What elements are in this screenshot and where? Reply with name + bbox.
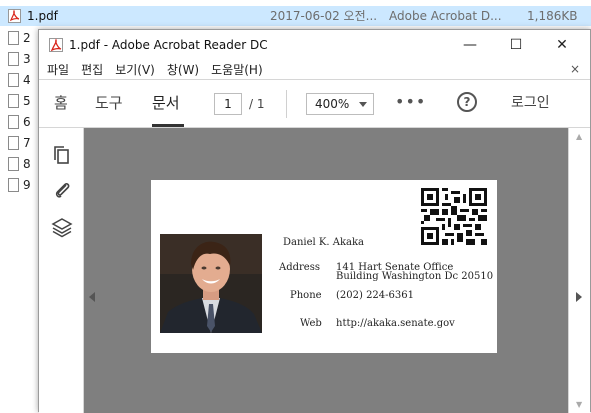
file-size: 1,186KB xyxy=(527,9,578,23)
menu-item-edit[interactable]: 편집 xyxy=(81,61,103,78)
more-options-icon[interactable]: ••• xyxy=(395,92,426,111)
window-title: 1.pdf - Adobe Acrobat Reader DC xyxy=(69,37,268,52)
page-total: / 1 xyxy=(249,97,265,111)
file-row[interactable]: 9 xyxy=(8,175,31,195)
file-icon xyxy=(8,52,19,66)
file-name: 4 xyxy=(23,73,31,87)
collapse-right-pane-icon[interactable] xyxy=(576,292,582,302)
login-button[interactable]: 로그인 xyxy=(511,80,550,127)
tab-tools[interactable]: 도구 xyxy=(95,80,123,127)
menu-item-file[interactable]: 파일 xyxy=(47,61,69,78)
file-name: 2 xyxy=(23,31,31,45)
attachment-icon[interactable] xyxy=(51,179,73,201)
left-navigation-pane xyxy=(39,128,84,413)
help-icon[interactable]: ? xyxy=(457,92,477,112)
file-type: Adobe Acrobat D... xyxy=(389,9,502,23)
menu-item-window[interactable]: 창(W) xyxy=(167,61,199,78)
file-name: 1.pdf xyxy=(27,9,58,23)
address-label: Address xyxy=(279,262,320,273)
maximize-button[interactable]: ☐ xyxy=(493,30,539,59)
active-tab-indicator xyxy=(152,124,184,127)
file-icon xyxy=(8,115,19,129)
minimize-button[interactable]: — xyxy=(447,30,493,59)
file-name: 7 xyxy=(23,136,31,150)
title-bar[interactable]: 1.pdf - Adobe Acrobat Reader DC — ☐ ✕ xyxy=(39,30,590,59)
file-row[interactable]: 3 xyxy=(8,49,31,69)
file-name: 3 xyxy=(23,52,31,66)
scroll-up-icon[interactable]: ▲ xyxy=(576,132,582,141)
file-icon xyxy=(8,31,19,45)
collapse-left-pane-icon[interactable] xyxy=(89,292,95,302)
file-row[interactable]: 4 xyxy=(8,70,31,90)
toolbar: 홈 도구 문서 1 / 1 400% ••• ? 로그인 xyxy=(39,79,590,128)
file-icon xyxy=(8,157,19,171)
phone-number: (202) 224-6361 xyxy=(336,290,414,301)
acrobat-app-icon xyxy=(49,37,63,52)
file-row-selected[interactable]: 1.pdf 2017-06-02 오전... Adobe Acrobat D..… xyxy=(0,6,591,26)
file-icon xyxy=(8,136,19,150)
card-name: Daniel K. Akaka xyxy=(283,237,365,248)
file-icon xyxy=(8,73,19,87)
layers-icon[interactable] xyxy=(51,216,73,238)
acrobat-window: 1.pdf - Adobe Acrobat Reader DC — ☐ ✕ 파일… xyxy=(38,29,591,413)
portrait-photo xyxy=(160,234,262,333)
zoom-select[interactable]: 400% xyxy=(306,93,374,115)
file-name: 5 xyxy=(23,94,31,108)
right-scrollbar[interactable]: ▲ ▼ xyxy=(568,128,590,413)
file-modified: 2017-06-02 오전... xyxy=(270,9,378,23)
close-icon: ✕ xyxy=(556,36,568,53)
minimize-icon: — xyxy=(463,36,477,53)
zoom-value: 400% xyxy=(315,97,350,111)
qr-code xyxy=(421,188,487,245)
maximize-icon: ☐ xyxy=(509,36,523,53)
pdf-file-icon xyxy=(8,9,21,23)
business-card-page: Daniel K. Akaka Address 141 Hart Senate … xyxy=(151,180,497,353)
web-label: Web xyxy=(300,318,322,329)
file-row[interactable]: 8 xyxy=(8,154,31,174)
web-url: http://akaka.senate.gov xyxy=(336,318,455,329)
file-name: 8 xyxy=(23,157,31,171)
toolbar-divider xyxy=(286,90,287,118)
chevron-down-icon xyxy=(359,102,367,107)
file-name: 6 xyxy=(23,115,31,129)
close-button[interactable]: ✕ xyxy=(539,30,585,59)
file-name: 9 xyxy=(23,178,31,192)
file-row[interactable]: 5 xyxy=(8,91,31,111)
page-thumbnails-icon[interactable] xyxy=(51,144,73,166)
close-document-icon[interactable]: × xyxy=(570,59,580,79)
file-icon xyxy=(8,178,19,192)
menu-item-help[interactable]: 도움말(H) xyxy=(211,61,263,78)
tab-document[interactable]: 문서 xyxy=(152,80,180,127)
file-row[interactable]: 2 xyxy=(8,28,31,48)
tab-home[interactable]: 홈 xyxy=(54,80,68,127)
file-icon xyxy=(8,94,19,108)
scroll-down-icon[interactable]: ▼ xyxy=(576,400,582,409)
menu-item-view[interactable]: 보기(V) xyxy=(115,61,155,78)
file-row[interactable]: 7 xyxy=(8,133,31,153)
file-row[interactable]: 6 xyxy=(8,112,31,132)
phone-label: Phone xyxy=(290,290,322,301)
page-number-input[interactable]: 1 xyxy=(214,93,242,115)
address-line-2: Building Washington Dc 20510 xyxy=(336,271,494,282)
menu-bar: 파일 편집 보기(V) 창(W) 도움말(H) × xyxy=(39,59,590,79)
